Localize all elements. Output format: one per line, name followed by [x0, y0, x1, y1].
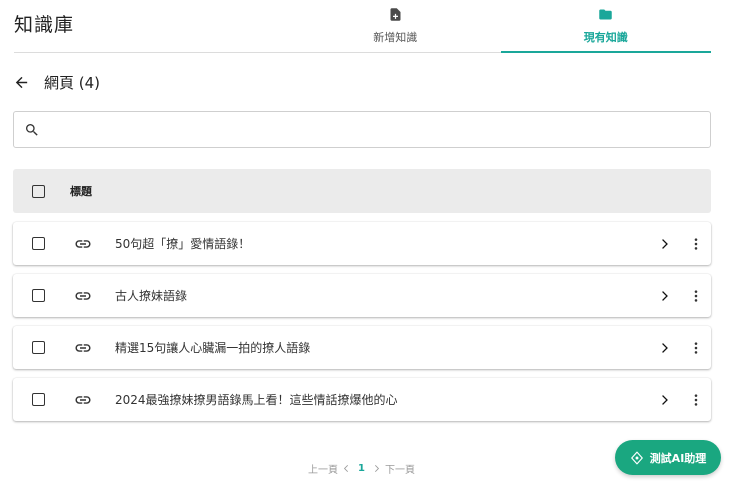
row-title: 50句超「撩」愛情語錄！ — [115, 237, 251, 251]
chevron-right-icon[interactable] — [658, 341, 672, 355]
tab-existing-knowledge-label: 現有知識 — [583, 31, 628, 44]
column-header-title: 標題 — [70, 185, 92, 198]
file-add-icon — [390, 8, 401, 21]
folder-icon — [599, 9, 612, 20]
link-icon — [75, 395, 91, 404]
link-icon — [75, 239, 91, 248]
more-vertical-icon[interactable] — [689, 237, 703, 251]
row-checkbox[interactable] — [32, 289, 45, 302]
ai-assistant-icon — [630, 451, 643, 464]
chevron-right-icon[interactable] — [658, 237, 672, 251]
table-row[interactable]: 2024最強撩妹撩男語錄馬上看！這些情話撩爆他的心 — [13, 378, 711, 421]
row-title: 精選15句讓人心臟漏一拍的撩人語錄 — [115, 341, 311, 355]
more-vertical-icon[interactable] — [689, 393, 703, 407]
next-page-link[interactable]: 下一頁 — [385, 461, 415, 476]
row-checkbox[interactable] — [32, 237, 45, 250]
test-ai-assistant-label: 測試AI助理 — [649, 451, 707, 465]
tab-add-knowledge-label: 新增知識 — [373, 31, 418, 44]
search-icon — [26, 123, 38, 136]
select-all-checkbox[interactable] — [32, 184, 45, 198]
chevron-right-icon[interactable] — [658, 393, 672, 407]
chevron-right-icon[interactable] — [658, 289, 672, 303]
search-box[interactable] — [13, 111, 711, 148]
current-page[interactable]: 1 — [358, 463, 365, 474]
more-vertical-icon[interactable] — [689, 341, 703, 355]
table-row[interactable]: 精選15句讓人心臟漏一拍的撩人語錄 — [13, 326, 711, 369]
row-checkbox[interactable] — [32, 393, 45, 406]
chevron-right-icon[interactable] — [372, 464, 381, 473]
row-checkbox[interactable] — [32, 341, 45, 354]
table-header: 標題 — [13, 169, 711, 213]
tab-existing-knowledge[interactable]: 現有知識 — [501, 0, 712, 53]
tab-bar: 新增知識 現有知識 — [290, 0, 711, 53]
test-ai-assistant-button[interactable]: 測試AI助理 — [615, 440, 721, 475]
more-vertical-icon[interactable] — [689, 289, 703, 303]
chevron-left-icon[interactable] — [342, 464, 351, 473]
app-title: 知識庫 — [14, 14, 75, 36]
page-title: 網頁 (4) — [44, 73, 101, 92]
search-input[interactable] — [48, 114, 710, 145]
active-tab-indicator — [501, 51, 711, 53]
arrow-left-icon[interactable] — [13, 74, 30, 91]
back-row: 網頁 (4) — [13, 71, 100, 93]
row-title: 2024最強撩妹撩男語錄馬上看！這些情話撩爆他的心 — [115, 393, 398, 407]
table-row[interactable]: 50句超「撩」愛情語錄！ — [13, 222, 711, 265]
link-icon — [75, 291, 91, 300]
link-icon — [75, 343, 91, 352]
row-title: 古人撩妹語錄 — [115, 289, 188, 303]
tab-add-knowledge[interactable]: 新增知識 — [290, 0, 501, 53]
prev-page-link[interactable]: 上一頁 — [308, 461, 338, 476]
pagination: 上一頁 1 下一頁 — [308, 461, 415, 476]
table-row[interactable]: 古人撩妹語錄 — [13, 274, 711, 317]
